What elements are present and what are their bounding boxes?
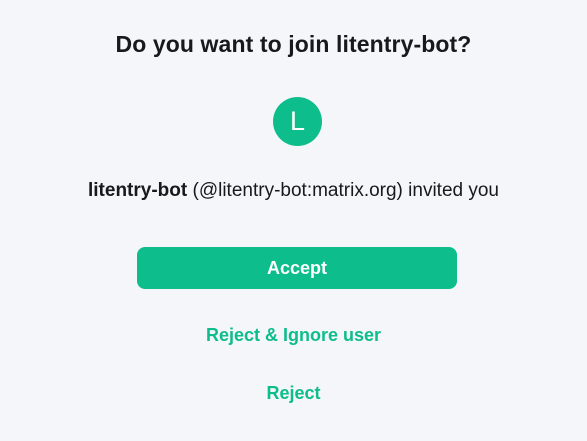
avatar-letter: L bbox=[289, 106, 306, 136]
accept-button-label: Accept bbox=[266, 257, 328, 278]
invite-dialog: Do you want to join litentry-bot? L lite… bbox=[0, 0, 587, 441]
invite-message: litentry-bot (@litentry-bot:matrix.org) … bbox=[0, 180, 587, 202]
dialog-title: Do you want to join litentry-bot? bbox=[115, 31, 472, 57]
inviter-name[interactable]: litentry-bot bbox=[88, 180, 187, 201]
reject-ignore-user-label: Reject & Ignore user bbox=[205, 325, 382, 345]
accept-button[interactable]: Accept bbox=[137, 247, 457, 289]
reject-button[interactable]: Reject bbox=[0, 383, 587, 404]
reject-button-label: Reject bbox=[266, 383, 321, 403]
inviter-detail: (@litentry-bot:matrix.org) invited you bbox=[187, 180, 499, 201]
room-avatar[interactable]: L bbox=[273, 97, 322, 146]
reject-ignore-user-button[interactable]: Reject & Ignore user bbox=[0, 325, 587, 346]
